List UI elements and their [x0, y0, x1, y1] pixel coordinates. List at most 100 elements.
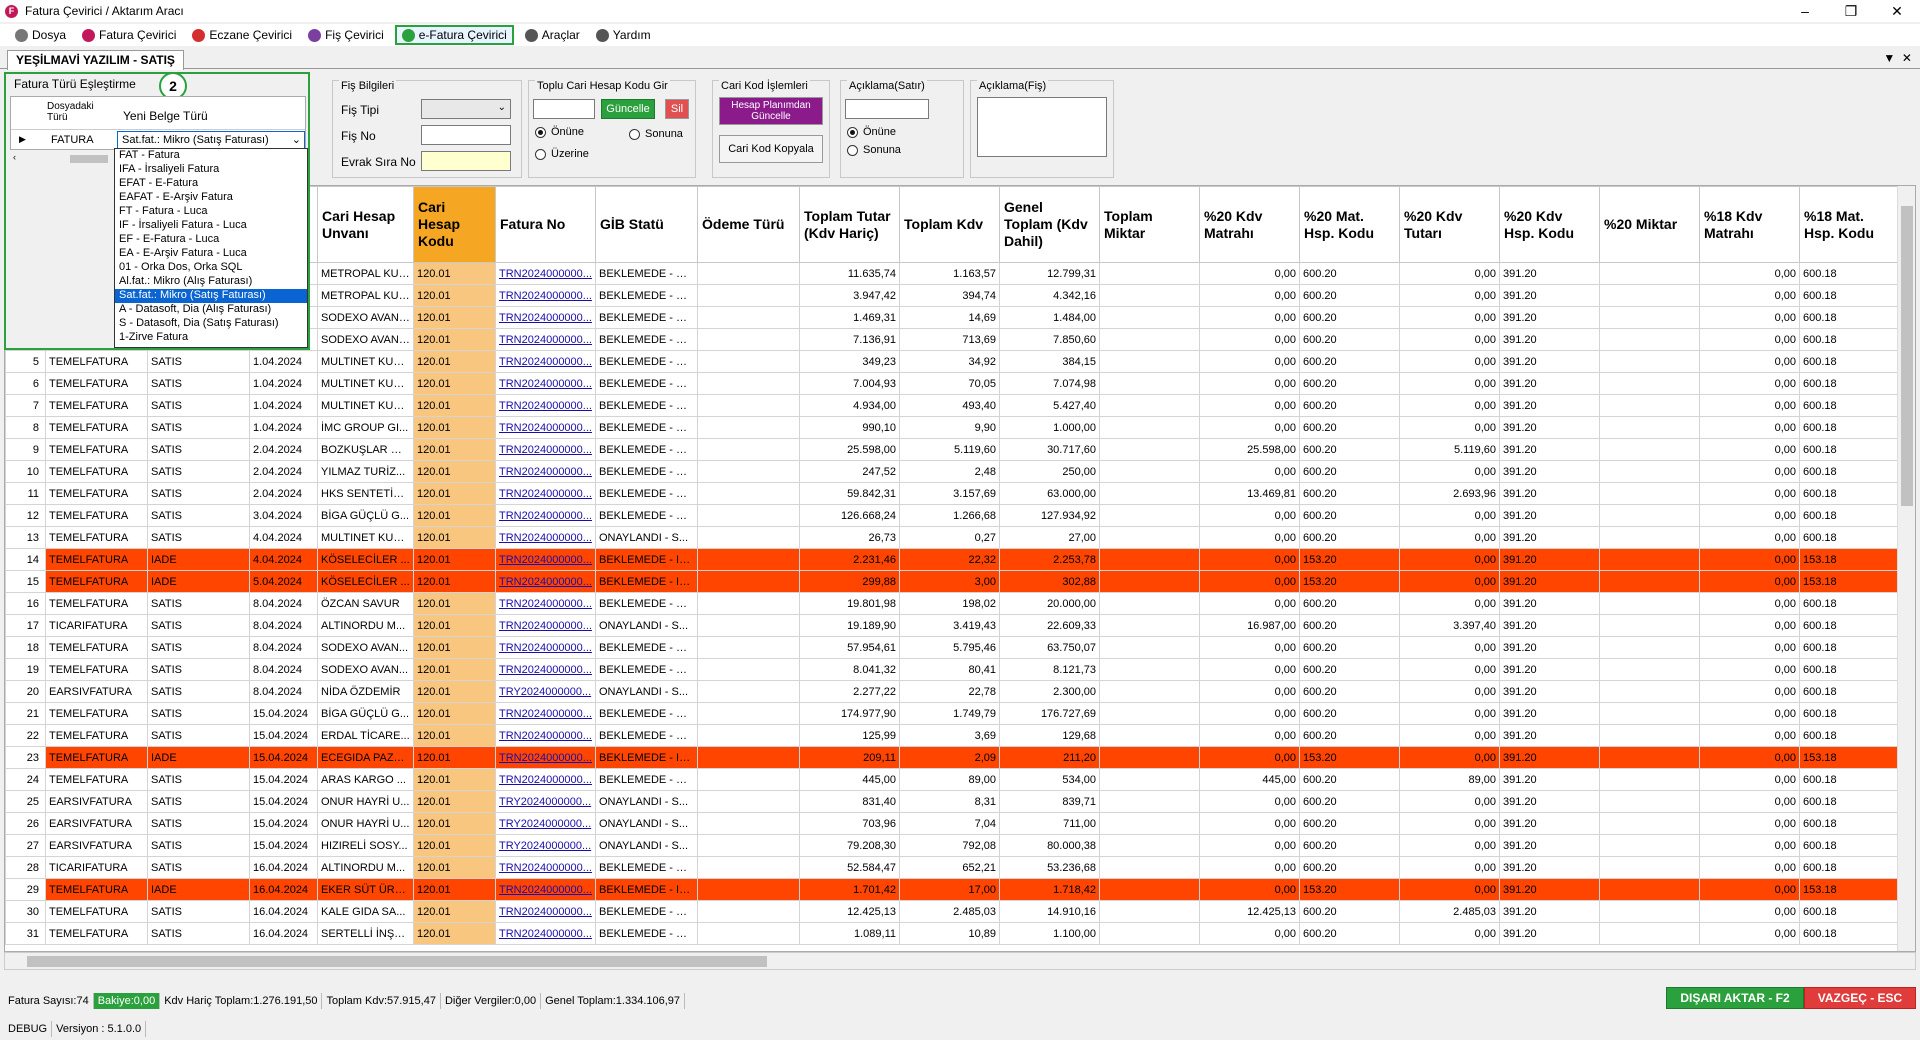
dropdown-option[interactable]: EA - E-Arşiv Fatura - Luca [115, 247, 307, 261]
dropdown-option[interactable]: Sat.fat.: Mikro (Satış Faturası) [115, 289, 307, 303]
dropdown-option[interactable]: A - Datasoft, Dia (Alış Faturası) [115, 303, 307, 317]
mapping-hscroll[interactable]: ‹ [10, 152, 110, 166]
aciklama-satir-input[interactable] [845, 99, 929, 119]
column-header[interactable]: %20 Mat. Hsp. Kodu [1299, 186, 1400, 263]
column-header[interactable]: %20 Miktar [1599, 186, 1700, 263]
table-cell[interactable]: TRY2024000000... [495, 790, 596, 813]
guncelle-button[interactable]: Güncelle [601, 99, 655, 119]
aciklama-fis-textarea[interactable] [977, 97, 1107, 157]
table-row[interactable]: 26 EARSIVFATURA SATIS 15.04.2024 ONUR HAYRİ … [5, 812, 1900, 835]
table-cell[interactable]: TRN2024000000... [495, 350, 596, 373]
table-cell[interactable]: TRN2024000000... [495, 438, 596, 461]
table-cell[interactable]: TRN2024000000... [495, 856, 596, 879]
table-cell[interactable]: TRY2024000000... [495, 680, 596, 703]
table-cell[interactable]: TRN2024000000... [495, 482, 596, 505]
scroll-thumb[interactable] [1901, 206, 1913, 506]
table-cell[interactable]: TRN2024000000... [495, 900, 596, 923]
table-cell[interactable]: TRN2024000000... [495, 768, 596, 791]
menu-item-1[interactable]: Fatura Çevirici [77, 25, 181, 45]
fis-no-input[interactable] [421, 125, 511, 145]
table-cell[interactable]: TRN2024000000... [495, 636, 596, 659]
scroll-thumb[interactable] [70, 155, 108, 163]
table-row[interactable]: 17 TICARIFATURA SATIS 8.04.2024 ALTINORDU M.… [5, 614, 1900, 637]
table-cell[interactable]: TRN2024000000... [495, 526, 596, 549]
cari-kod-kopyala-button[interactable]: Cari Kod Kopyala [719, 135, 823, 163]
uzerine-radio[interactable]: Üzerine [535, 148, 589, 160]
fis-tipi-select[interactable]: ⌄ [421, 99, 511, 119]
column-header[interactable]: Cari Hesap Unvanı [317, 186, 414, 263]
table-cell[interactable]: TRN2024000000... [495, 614, 596, 637]
toplu-cari-input[interactable] [533, 99, 595, 119]
dropdown-option[interactable]: EAFAT - E-Arşiv Fatura [115, 191, 307, 205]
table-row[interactable]: 7 TEMELFATURA SATIS 1.04.2024 MULTINET KUR..… [5, 394, 1900, 417]
dropdown-option[interactable]: IFA - İrsaliyeli Fatura [115, 163, 307, 177]
menu-item-4[interactable]: e-Fatura Çevirici [394, 25, 514, 45]
table-row[interactable]: 20 EARSIVFATURA SATIS 8.04.2024 NİDA ÖZDEMİR… [5, 680, 1900, 703]
table-cell[interactable]: TRN2024000000... [495, 394, 596, 417]
minimize-button[interactable]: – [1782, 0, 1828, 22]
table-row[interactable]: 24 TEMELFATURA SATIS 15.04.2024 ARAS KARGO .… [5, 768, 1900, 791]
table-row[interactable]: 14 TEMELFATURA IADE 4.04.2024 KÖSELECİLER ..… [5, 548, 1900, 571]
column-header[interactable]: Fatura No [495, 186, 596, 263]
table-cell[interactable]: TRN2024000000... [495, 746, 596, 769]
menu-item-3[interactable]: Fiş Çevirici [303, 25, 389, 45]
table-cell[interactable]: TRN2024000000... [495, 702, 596, 725]
menu-item-2[interactable]: Eczane Çevirici [187, 25, 297, 45]
horizontal-scrollbar[interactable] [4, 952, 1916, 970]
satir-sonuna-radio[interactable]: Sonuna [847, 144, 901, 156]
table-row[interactable]: 11 TEMELFATURA SATIS 2.04.2024 HKS SENTETİK … [5, 482, 1900, 505]
column-header[interactable]: Ödeme Türü [697, 186, 800, 263]
yeni-belge-turu-combo[interactable]: Sat.fat.: Mikro (Satış Faturası) ⌄ [117, 131, 305, 149]
table-cell[interactable]: TRN2024000000... [495, 372, 596, 395]
table-cell[interactable]: TRN2024000000... [495, 460, 596, 483]
column-header[interactable]: GİB Statü [595, 186, 698, 263]
scroll-thumb[interactable] [27, 956, 767, 967]
table-row[interactable]: 25 EARSIVFATURA SATIS 15.04.2024 ONUR HAYRİ … [5, 790, 1900, 813]
table-row[interactable]: 16 TEMELFATURA SATIS 8.04.2024 ÖZCAN SAVUR 12… [5, 592, 1900, 615]
onune-radio[interactable]: Önüne [535, 126, 584, 138]
table-row[interactable]: 28 TICARIFATURA SATIS 16.04.2024 ALTINORDU M… [5, 856, 1900, 879]
evrak-sira-input[interactable] [421, 151, 511, 171]
menu-item-5[interactable]: Araçlar [520, 25, 585, 45]
table-cell[interactable]: TRN2024000000... [495, 658, 596, 681]
dropdown-option[interactable]: EFAT - E-Fatura [115, 177, 307, 191]
table-row[interactable]: 31 TEMELFATURA SATIS 16.04.2024 SERTELLİ İNŞ… [5, 922, 1900, 945]
table-row[interactable]: 13 TEMELFATURA SATIS 4.04.2024 MULTINET KUR.… [5, 526, 1900, 549]
column-header[interactable]: %20 Kdv Matrahı [1199, 186, 1300, 263]
dropdown-option[interactable]: FT - Fatura - Luca [115, 205, 307, 219]
table-cell[interactable]: TRN2024000000... [495, 592, 596, 615]
dropdown-option[interactable]: EF - E-Fatura - Luca [115, 233, 307, 247]
table-cell[interactable]: TRN2024000000... [495, 262, 596, 285]
hesap-planindan-button[interactable]: Hesap Planımdan Güncelle [719, 97, 823, 125]
tab-controls[interactable]: ▼ ✕ [1883, 51, 1912, 65]
table-row[interactable]: 29 TEMELFATURA IADE 16.04.2024 EKER SÜT ÜRÜ.… [5, 878, 1900, 901]
column-header[interactable]: Toplam Kdv [899, 186, 1000, 263]
belge-turu-dropdown-list[interactable]: FAT - Fatura IFA - İrsaliyeli Fatura EFAT … [114, 148, 308, 348]
disari-aktar-button[interactable]: DIŞARI AKTAR - F2 [1666, 987, 1804, 1009]
table-cell[interactable]: TRN2024000000... [495, 922, 596, 945]
maximize-button[interactable]: ❐ [1828, 0, 1874, 22]
tab-yesilmavi-satis[interactable]: YEŞİLMAVİ YAZILIM - SATIŞ [7, 50, 184, 70]
table-cell[interactable]: TRN2024000000... [495, 416, 596, 439]
table-cell[interactable]: TRY2024000000... [495, 812, 596, 835]
table-cell[interactable]: TRN2024000000... [495, 328, 596, 351]
table-cell[interactable]: TRN2024000000... [495, 570, 596, 593]
close-button[interactable]: ✕ [1874, 0, 1920, 22]
column-header[interactable]: %20 Kdv Hsp. Kodu [1499, 186, 1600, 263]
sonuna-radio[interactable]: Sonuna [629, 128, 683, 140]
dropdown-option[interactable]: FAT - Fatura [115, 149, 307, 163]
table-row[interactable]: 22 TEMELFATURA SATIS 15.04.2024 ERDAL TİCARE… [5, 724, 1900, 747]
chevron-left-icon[interactable]: ‹ [13, 152, 16, 162]
table-row[interactable]: 18 TEMELFATURA SATIS 8.04.2024 SODEXO AVAN..… [5, 636, 1900, 659]
table-row[interactable]: 8 TEMELFATURA SATIS 1.04.2024 İMC GROUP GI..… [5, 416, 1900, 439]
dropdown-option[interactable]: Al.fat.: Mikro (Alış Faturası) [115, 275, 307, 289]
column-header[interactable]: %20 Kdv Tutarı [1399, 186, 1500, 263]
sil-button[interactable]: Sil [665, 99, 689, 119]
table-row[interactable]: 6 TEMELFATURA SATIS 1.04.2024 MULTINET KUR..… [5, 372, 1900, 395]
table-row[interactable]: 10 TEMELFATURA SATIS 2.04.2024 YILMAZ TURİZ.… [5, 460, 1900, 483]
dropdown-option[interactable]: IF - İrsaliyeli Fatura - Luca [115, 219, 307, 233]
menu-item-6[interactable]: Yardım [591, 25, 656, 45]
table-row[interactable]: 19 TEMELFATURA SATIS 8.04.2024 SODEXO AVAN..… [5, 658, 1900, 681]
table-row[interactable]: 21 TEMELFATURA SATIS 15.04.2024 BİGA GÜÇLÜ G… [5, 702, 1900, 725]
dropdown-option[interactable]: 01 - Orka Dos, Orka SQL [115, 261, 307, 275]
